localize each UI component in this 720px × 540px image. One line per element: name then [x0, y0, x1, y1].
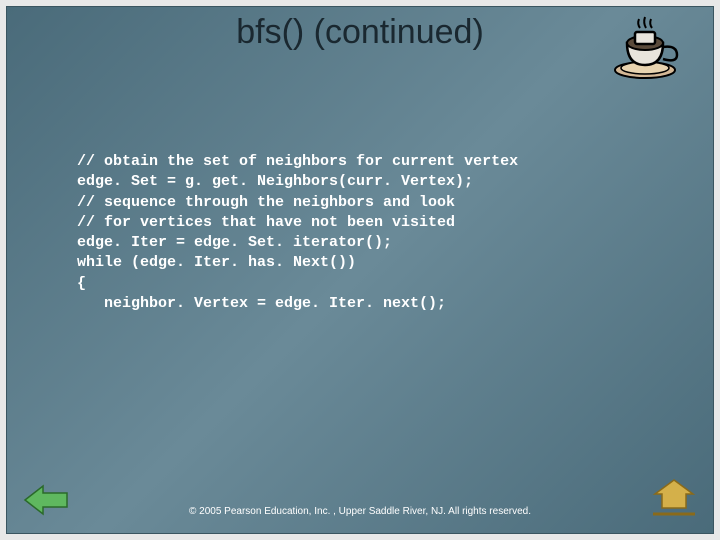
- slide-frame: bfs() (continued) // obtain the set of n…: [0, 0, 720, 540]
- prev-button[interactable]: [23, 482, 69, 523]
- copyright-footer: © 2005 Pearson Education, Inc. , Upper S…: [7, 506, 713, 517]
- code-listing: // obtain the set of neighbors for curre…: [77, 152, 653, 314]
- home-button[interactable]: [651, 478, 697, 523]
- coffee-cup-icon: [609, 15, 687, 86]
- home-arrow-icon: [651, 478, 697, 518]
- slide-content: bfs() (continued) // obtain the set of n…: [6, 6, 714, 534]
- page-title: bfs() (continued): [7, 13, 713, 52]
- prev-arrow-icon: [23, 482, 69, 518]
